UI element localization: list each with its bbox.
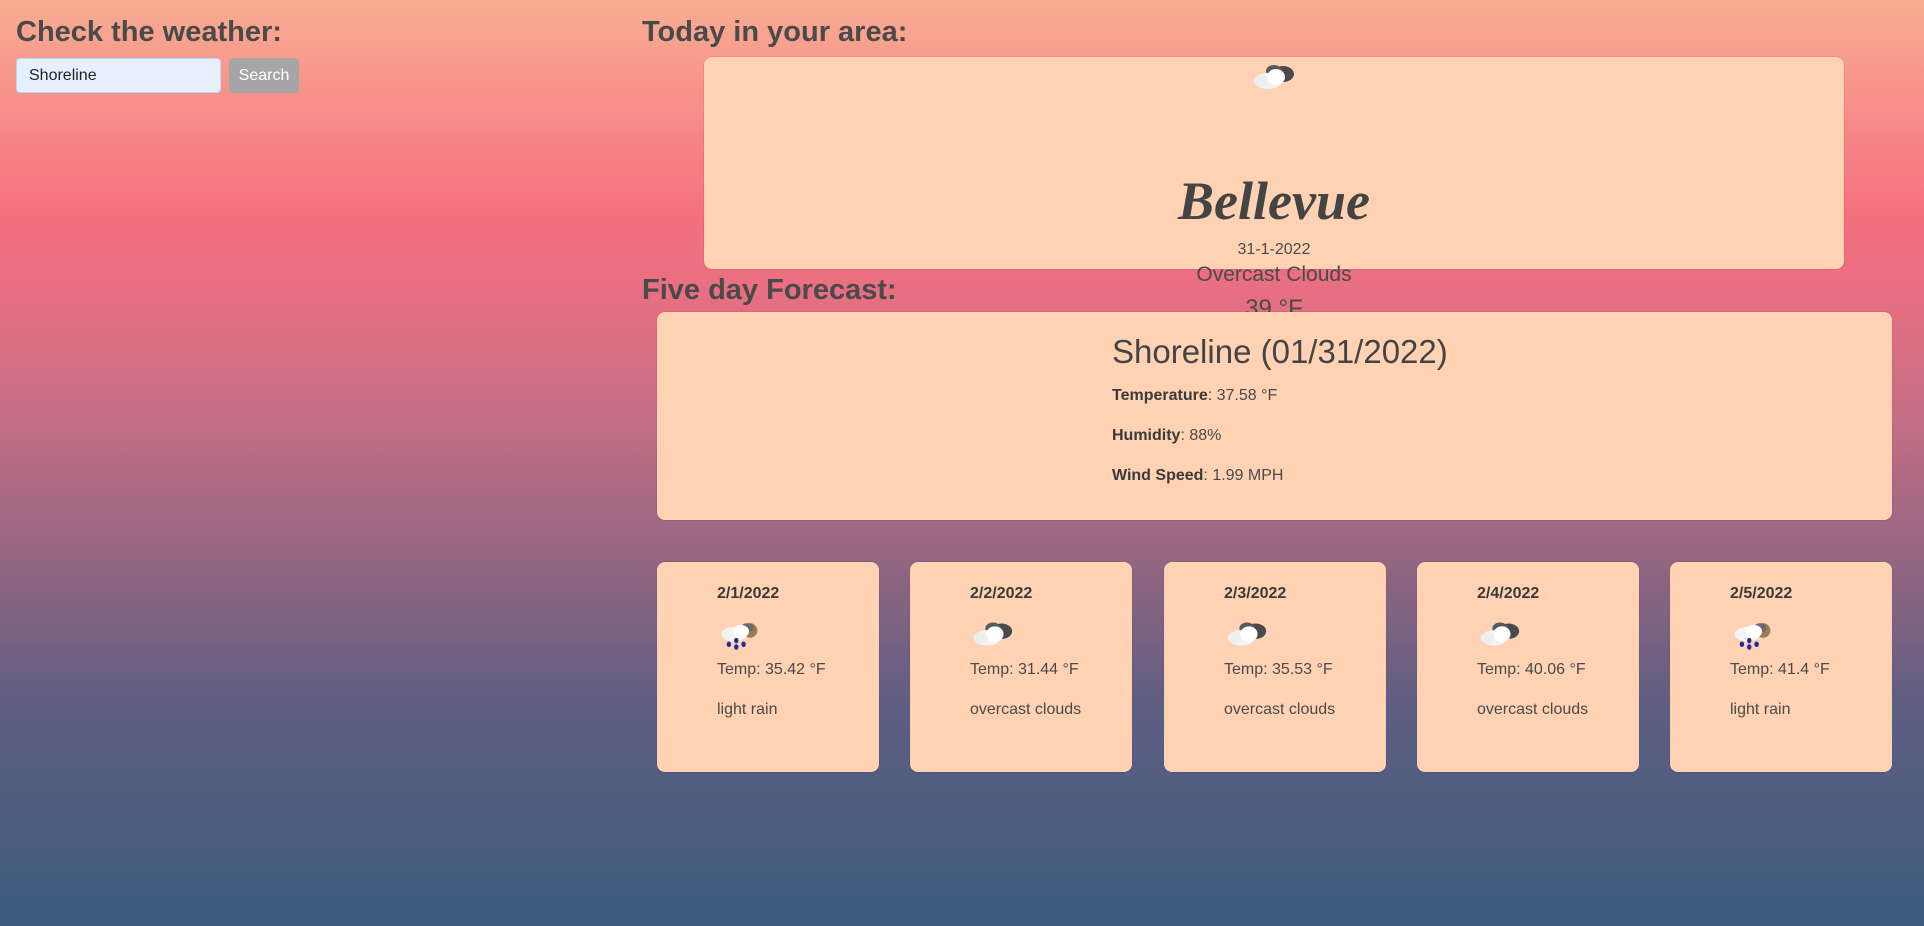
- forecast-temp: Temp: 31.44 °F: [970, 661, 1079, 678]
- forecast-date: 2/1/2022: [717, 585, 780, 602]
- forecast-description: light rain: [717, 701, 778, 718]
- forecast-description: overcast clouds: [1224, 701, 1336, 718]
- today-date: 31-1-2022: [1237, 241, 1311, 258]
- city-search-input[interactable]: [16, 58, 221, 93]
- forecast-date: 2/3/2022: [1224, 585, 1287, 602]
- forecast-day-card: 2/2/2022 Temp: 31.44 °F overcast clouds: [910, 562, 1132, 772]
- forecast-temp: Temp: 35.53 °F: [1224, 661, 1333, 678]
- current-conditions-card: Shoreline (01/31/2022) Temperature: 37.5…: [657, 312, 1892, 520]
- search-button[interactable]: Search: [229, 58, 299, 93]
- forecast-day-card: 2/3/2022 Temp: 35.53 °F overcast clouds: [1164, 562, 1386, 772]
- humidity-value: : 88%: [1180, 427, 1222, 444]
- forecast-date: 2/5/2022: [1730, 585, 1793, 602]
- forecast-date: 2/2/2022: [970, 585, 1033, 602]
- search-row: Search: [16, 58, 616, 93]
- forecast-heading: Five day Forecast:: [642, 274, 897, 306]
- overcast-clouds-icon: [970, 620, 1081, 654]
- forecast-description: overcast clouds: [1477, 701, 1589, 718]
- forecast-temp: Temp: 35.42 °F: [717, 661, 826, 678]
- current-temperature: Temperature: 37.58 °F: [1112, 386, 1448, 406]
- overcast-clouds-icon: [1224, 620, 1335, 654]
- forecast-description: light rain: [1730, 701, 1791, 718]
- search-panel: Check the weather: Search: [16, 14, 616, 93]
- forecast-day-card: 2/1/2022 Temp: 35.42 °F light rain: [657, 562, 879, 772]
- forecast-temp: Temp: 41.4 °F: [1730, 661, 1830, 678]
- forecast-day-card: 2/4/2022 Temp: 40.06 °F overcast clouds: [1417, 562, 1639, 772]
- light-rain-icon: [1730, 620, 1830, 654]
- today-heading: Today in your area:: [642, 16, 908, 48]
- forecast-temp: Temp: 40.06 °F: [1477, 661, 1586, 678]
- today-card: Bellevue 31-1-2022 Overcast Clouds 39 °F: [704, 57, 1844, 322]
- current-wind-speed: Wind Speed: 1.99 MPH: [1112, 466, 1448, 486]
- forecast-day-card: 2/5/2022 Temp: 41.4 °F light rain: [1670, 562, 1892, 772]
- search-heading: Check the weather:: [16, 16, 282, 48]
- humidity-label: Humidity: [1112, 427, 1181, 444]
- current-title: Shoreline (01/31/2022): [1112, 333, 1448, 370]
- temperature-label: Temperature: [1112, 387, 1208, 404]
- temperature-value: : 37.58 °F: [1207, 387, 1278, 404]
- forecast-date: 2/4/2022: [1477, 585, 1540, 602]
- current-conditions: Shoreline (01/31/2022) Temperature: 37.5…: [1112, 332, 1448, 506]
- forecast-description: overcast clouds: [970, 701, 1082, 718]
- wind-speed-label: Wind Speed: [1112, 467, 1204, 484]
- overcast-clouds-icon: [1477, 620, 1588, 654]
- today-city: Bellevue: [1178, 171, 1370, 231]
- forecast-section: Five day Forecast:: [642, 272, 897, 308]
- overcast-clouds-icon: [1250, 63, 1298, 98]
- light-rain-icon: [717, 620, 826, 654]
- current-humidity: Humidity: 88%: [1112, 426, 1448, 446]
- today-section: Today in your area:: [642, 14, 907, 50]
- wind-speed-value: : 1.99 MPH: [1203, 467, 1284, 484]
